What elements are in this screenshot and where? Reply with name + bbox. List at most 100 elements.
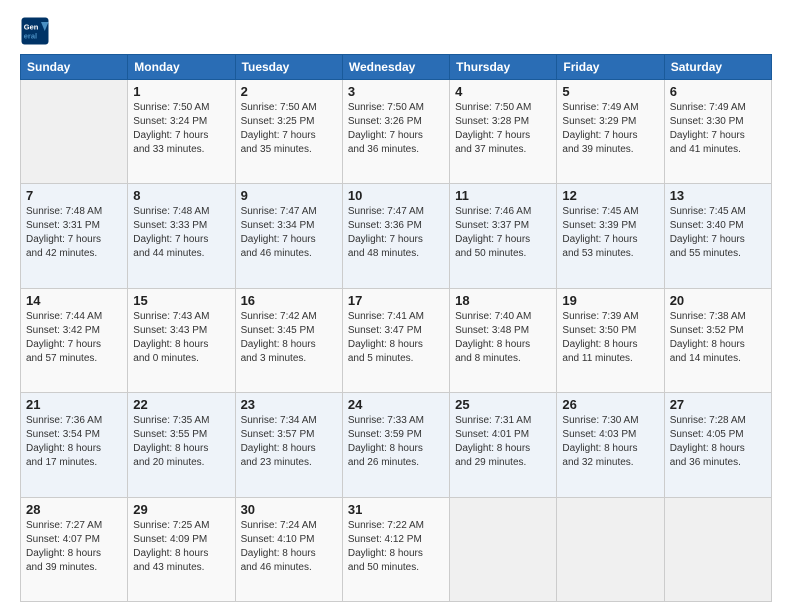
- day-info: Sunrise: 7:45 AMSunset: 3:39 PMDaylight:…: [562, 205, 658, 261]
- day-cell-11: 11 Sunrise: 7:46 AMSunset: 3:37 PMDayligh…: [450, 184, 557, 288]
- day-cell-22: 22Sunrise: 7:35 AMSunset: 3:55 PMDayligh…: [128, 393, 235, 497]
- day-number: 2: [241, 84, 337, 99]
- day-cell-31: 31 Sunrise: 7:22 AMSunset: 4:12 PMDayligh…: [342, 497, 449, 601]
- empty-cell: [21, 80, 128, 184]
- weekday-header-row: SundayMondayTuesdayWednesdayThursdayFrid…: [21, 55, 772, 80]
- day-cell-24: 24Sunrise: 7:33 AMSunset: 3:59 PMDayligh…: [342, 393, 449, 497]
- day-cell-27: 27 Sunrise: 7:28 AMSunset: 4:05 PMDayligh…: [664, 393, 771, 497]
- day-number: 20: [670, 293, 766, 308]
- day-cell-12: 12 Sunrise: 7:45 AMSunset: 3:39 PMDayligh…: [557, 184, 664, 288]
- week-row-4: 21 Sunrise: 7:36 AMSunset: 3:54 PMDayligh…: [21, 393, 772, 497]
- day-cell-1: 1 Sunrise: 7:50 AMSunset: 3:24 PMDaylight…: [128, 80, 235, 184]
- day-info: Sunrise: 7:50 AMSunset: 3:28 PMDaylight:…: [455, 101, 551, 157]
- day-cell-23: 23Sunrise: 7:34 AMSunset: 3:57 PMDayligh…: [235, 393, 342, 497]
- day-info: Sunrise: 7:24 AMSunset: 4:10 PMDaylight:…: [241, 519, 337, 575]
- day-cell-28: 28 Sunrise: 7:27 AMSunset: 4:07 PMDayligh…: [21, 497, 128, 601]
- weekday-header-monday: Monday: [128, 55, 235, 80]
- day-cell-6: 6 Sunrise: 7:49 AMSunset: 3:30 PMDaylight…: [664, 80, 771, 184]
- day-cell-21: 21 Sunrise: 7:36 AMSunset: 3:54 PMDayligh…: [21, 393, 128, 497]
- svg-text:Gen: Gen: [24, 23, 39, 32]
- weekday-header-wednesday: Wednesday: [342, 55, 449, 80]
- day-cell-5: 5Sunrise: 7:49 AMSunset: 3:29 PMDaylight…: [557, 80, 664, 184]
- day-info: Sunrise: 7:48 AMSunset: 3:31 PMDaylight:…: [26, 205, 122, 261]
- day-number: 4: [455, 84, 551, 99]
- day-info: Sunrise: 7:49 AMSunset: 3:30 PMDaylight:…: [670, 101, 766, 157]
- day-info: Sunrise: 7:46 AMSunset: 3:37 PMDaylight:…: [455, 205, 551, 261]
- day-number: 27: [670, 397, 766, 412]
- day-cell-3: 3Sunrise: 7:50 AMSunset: 3:26 PMDaylight…: [342, 80, 449, 184]
- day-cell-19: 19 Sunrise: 7:39 AMSunset: 3:50 PMDayligh…: [557, 288, 664, 392]
- day-info: Sunrise: 7:39 AMSunset: 3:50 PMDaylight:…: [562, 310, 658, 366]
- weekday-header-sunday: Sunday: [21, 55, 128, 80]
- day-info: Sunrise: 7:43 AMSunset: 3:43 PMDaylight:…: [133, 310, 229, 366]
- day-info: Sunrise: 7:30 AMSunset: 4:03 PMDaylight:…: [562, 414, 658, 470]
- day-cell-7: 7 Sunrise: 7:48 AMSunset: 3:31 PMDaylight…: [21, 184, 128, 288]
- day-info: Sunrise: 7:34 AMSunset: 3:57 PMDaylight:…: [241, 414, 337, 470]
- day-number: 6: [670, 84, 766, 99]
- day-info: Sunrise: 7:27 AMSunset: 4:07 PMDaylight:…: [26, 519, 122, 575]
- day-number: 11: [455, 188, 551, 203]
- day-number: 18: [455, 293, 551, 308]
- day-cell-20: 20 Sunrise: 7:38 AMSunset: 3:52 PMDayligh…: [664, 288, 771, 392]
- day-cell-30: 30 Sunrise: 7:24 AMSunset: 4:10 PMDayligh…: [235, 497, 342, 601]
- day-info: Sunrise: 7:28 AMSunset: 4:05 PMDaylight:…: [670, 414, 766, 470]
- day-info: Sunrise: 7:47 AMSunset: 3:36 PMDaylight:…: [348, 205, 444, 261]
- day-info: Sunrise: 7:42 AMSunset: 3:45 PMDaylight:…: [241, 310, 337, 366]
- day-info: Sunrise: 7:31 AMSunset: 4:01 PMDaylight:…: [455, 414, 551, 470]
- day-info: Sunrise: 7:36 AMSunset: 3:54 PMDaylight:…: [26, 414, 122, 470]
- day-info: Sunrise: 7:38 AMSunset: 3:52 PMDaylight:…: [670, 310, 766, 366]
- day-number: 28: [26, 502, 122, 517]
- day-number: 5: [562, 84, 658, 99]
- day-cell-16: 16 Sunrise: 7:42 AMSunset: 3:45 PMDayligh…: [235, 288, 342, 392]
- page: Gen eral SundayMondayTuesdayWednesdayThu…: [0, 0, 792, 612]
- day-cell-18: 18Sunrise: 7:40 AMSunset: 3:48 PMDayligh…: [450, 288, 557, 392]
- day-number: 31: [348, 502, 444, 517]
- day-number: 15: [133, 293, 229, 308]
- day-cell-8: 8Sunrise: 7:48 AMSunset: 3:33 PMDaylight…: [128, 184, 235, 288]
- day-number: 12: [562, 188, 658, 203]
- day-cell-9: 9 Sunrise: 7:47 AMSunset: 3:34 PMDaylight…: [235, 184, 342, 288]
- day-info: Sunrise: 7:44 AMSunset: 3:42 PMDaylight:…: [26, 310, 122, 366]
- day-cell-14: 14 Sunrise: 7:44 AMSunset: 3:42 PMDayligh…: [21, 288, 128, 392]
- day-info: Sunrise: 7:22 AMSunset: 4:12 PMDaylight:…: [348, 519, 444, 575]
- day-number: 7: [26, 188, 122, 203]
- day-number: 14: [26, 293, 122, 308]
- week-row-5: 28 Sunrise: 7:27 AMSunset: 4:07 PMDayligh…: [21, 497, 772, 601]
- weekday-header-thursday: Thursday: [450, 55, 557, 80]
- day-cell-17: 17Sunrise: 7:41 AMSunset: 3:47 PMDayligh…: [342, 288, 449, 392]
- day-info: Sunrise: 7:41 AMSunset: 3:47 PMDaylight:…: [348, 310, 444, 366]
- day-info: Sunrise: 7:35 AMSunset: 3:55 PMDaylight:…: [133, 414, 229, 470]
- day-cell-26: 26Sunrise: 7:30 AMSunset: 4:03 PMDayligh…: [557, 393, 664, 497]
- day-cell-13: 13 Sunrise: 7:45 AMSunset: 3:40 PMDayligh…: [664, 184, 771, 288]
- day-number: 9: [241, 188, 337, 203]
- day-number: 3: [348, 84, 444, 99]
- day-number: 16: [241, 293, 337, 308]
- empty-cell: [664, 497, 771, 601]
- day-info: Sunrise: 7:45 AMSunset: 3:40 PMDaylight:…: [670, 205, 766, 261]
- day-number: 13: [670, 188, 766, 203]
- day-info: Sunrise: 7:50 AMSunset: 3:24 PMDaylight:…: [133, 101, 229, 157]
- weekday-header-saturday: Saturday: [664, 55, 771, 80]
- day-number: 21: [26, 397, 122, 412]
- svg-text:eral: eral: [24, 32, 37, 41]
- day-cell-15: 15 Sunrise: 7:43 AMSunset: 3:43 PMDayligh…: [128, 288, 235, 392]
- day-number: 30: [241, 502, 337, 517]
- logo: Gen eral: [20, 16, 54, 46]
- day-info: Sunrise: 7:47 AMSunset: 3:34 PMDaylight:…: [241, 205, 337, 261]
- day-cell-25: 25 Sunrise: 7:31 AMSunset: 4:01 PMDayligh…: [450, 393, 557, 497]
- day-number: 24: [348, 397, 444, 412]
- week-row-2: 7 Sunrise: 7:48 AMSunset: 3:31 PMDaylight…: [21, 184, 772, 288]
- week-row-3: 14 Sunrise: 7:44 AMSunset: 3:42 PMDayligh…: [21, 288, 772, 392]
- day-info: Sunrise: 7:25 AMSunset: 4:09 PMDaylight:…: [133, 519, 229, 575]
- day-cell-4: 4 Sunrise: 7:50 AMSunset: 3:28 PMDaylight…: [450, 80, 557, 184]
- day-number: 8: [133, 188, 229, 203]
- day-cell-2: 2Sunrise: 7:50 AMSunset: 3:25 PMDaylight…: [235, 80, 342, 184]
- day-number: 19: [562, 293, 658, 308]
- day-cell-10: 10Sunrise: 7:47 AMSunset: 3:36 PMDayligh…: [342, 184, 449, 288]
- day-cell-29: 29Sunrise: 7:25 AMSunset: 4:09 PMDayligh…: [128, 497, 235, 601]
- empty-cell: [450, 497, 557, 601]
- day-number: 1: [133, 84, 229, 99]
- logo-icon: Gen eral: [20, 16, 50, 46]
- calendar-table: SundayMondayTuesdayWednesdayThursdayFrid…: [20, 54, 772, 602]
- day-number: 25: [455, 397, 551, 412]
